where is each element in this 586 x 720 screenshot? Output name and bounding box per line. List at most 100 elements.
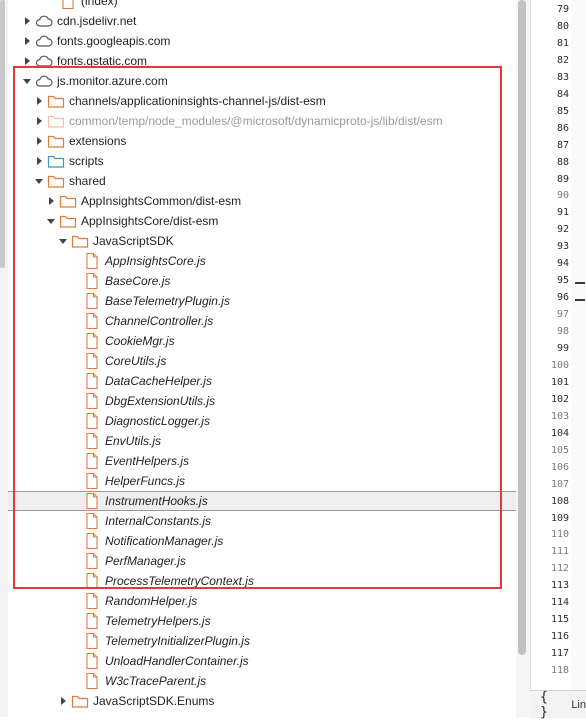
tree-folder-item[interactable]: fonts.gstatic.com <box>8 51 528 71</box>
folder-icon <box>46 131 66 151</box>
tree-folder-item[interactable]: scripts <box>8 151 530 171</box>
chevron-right-icon[interactable] <box>32 114 46 128</box>
line-number: 103 <box>550 410 569 422</box>
folder-icon <box>58 211 78 231</box>
tree-file-item[interactable]: AppInsightsCore.js <box>8 251 530 271</box>
tree-file-item[interactable]: BaseTelemetryPlugin.js <box>8 291 530 311</box>
fold-marker-icon[interactable] <box>575 282 585 285</box>
tree-folder-item[interactable]: channels/applicationinsights-channel-js/… <box>8 91 530 111</box>
tree-item-label: PerfManager.js <box>105 554 186 568</box>
tree-folder-item[interactable]: common/temp/node_modules/@microsoft/dyna… <box>8 111 530 131</box>
line-number: 96 <box>556 292 569 304</box>
tree-file-item[interactable]: RandomHelper.js <box>8 591 530 611</box>
tree-folder-item[interactable]: JavaScriptSDK <box>8 231 530 251</box>
chevron-right-icon[interactable] <box>20 14 34 28</box>
line-number: 81 <box>556 37 569 49</box>
file-icon <box>82 251 102 271</box>
tree-file-item[interactable]: UnloadHandlerContainer.js <box>8 651 530 671</box>
cloud-icon <box>34 11 54 31</box>
tree-file-item[interactable]: EventHelpers.js <box>8 451 530 471</box>
tree-folder-item[interactable]: shared <box>8 171 530 191</box>
file-icon <box>82 391 102 411</box>
file-icon <box>82 571 102 591</box>
file-icon <box>82 631 102 651</box>
tree-file-item[interactable]: HelperFuncs.js <box>8 471 530 491</box>
chevron-right-icon[interactable] <box>20 54 34 68</box>
tree-file-item[interactable]: PerfManager.js <box>8 551 530 571</box>
file-icon <box>82 431 102 451</box>
tree-item-label: common/temp/node_modules/@microsoft/dyna… <box>69 114 443 128</box>
tree-file-item[interactable]: DbgExtensionUtils.js <box>8 391 530 411</box>
line-number: 93 <box>556 241 569 253</box>
chevron-down-icon[interactable] <box>56 234 70 248</box>
file-icon <box>82 591 102 611</box>
tree-item-label: RandomHelper.js <box>105 594 198 608</box>
folder-icon <box>70 691 90 711</box>
tree-file-item[interactable]: TelemetryHelpers.js <box>8 611 530 631</box>
line-number: 98 <box>556 326 569 338</box>
tree-folder-item[interactable]: js.monitor.azure.com <box>8 71 528 91</box>
tree-file-item[interactable]: CoreUtils.js <box>8 351 530 371</box>
tree-file-item[interactable]: CookieMgr.js <box>8 331 530 351</box>
tree-item-label: DbgExtensionUtils.js <box>105 394 216 408</box>
tree-file-item[interactable]: BaseCore.js <box>8 271 530 291</box>
tree-folder-item[interactable]: cdn.jsdelivr.net <box>8 11 528 31</box>
file-icon <box>82 451 102 471</box>
tree-file-item[interactable]: ChannelController.js <box>8 311 530 331</box>
chevron-right-icon[interactable] <box>44 194 58 208</box>
tree-scrollbar-thumb[interactable] <box>518 0 526 655</box>
tree-file-item[interactable]: W3cTraceParent.js <box>8 671 530 691</box>
tree-item-label: CookieMgr.js <box>105 334 175 348</box>
tree-folder-item[interactable]: extensions <box>8 131 530 151</box>
chevron-right-icon[interactable] <box>20 34 34 48</box>
chevron-right-icon[interactable] <box>32 134 46 148</box>
chevron-right-icon[interactable] <box>32 154 46 168</box>
file-icon <box>82 511 102 531</box>
tree-folder-item[interactable]: AppInsightsCommon/dist-esm <box>8 191 530 211</box>
file-icon <box>82 311 102 331</box>
line-number: 116 <box>550 631 569 643</box>
line-number: 109 <box>550 512 569 524</box>
chevron-down-icon[interactable] <box>32 174 46 188</box>
fold-column <box>571 0 586 690</box>
chevron-right-icon[interactable] <box>32 94 46 108</box>
chevron-down-icon[interactable] <box>44 214 58 228</box>
chevron-down-icon[interactable] <box>20 74 34 88</box>
tree-file-item[interactable]: DiagnosticLogger.js <box>8 411 530 431</box>
tree-file-item[interactable]: InternalConstants.js <box>8 511 530 531</box>
tree-item-label: JavaScriptSDK.Enums <box>93 694 215 708</box>
tree-file-item[interactable]: DataCacheHelper.js <box>8 371 530 391</box>
line-number: 104 <box>550 427 569 439</box>
fold-marker-icon[interactable] <box>575 299 585 302</box>
tree-file-item[interactable]: NotificationManager.js <box>8 531 530 551</box>
tree-left-scrollbar-thumb[interactable] <box>0 0 5 268</box>
tree-item-label: UnloadHandlerContainer.js <box>105 654 249 668</box>
editor-status-bar: { } Lin <box>530 690 586 720</box>
line-number: 85 <box>556 105 569 117</box>
tree-file-item[interactable]: ProcessTelemetryContext.js <box>8 571 530 591</box>
tree-file-item[interactable]: InstrumentHooks.js <box>8 491 516 511</box>
chevron-right-icon[interactable] <box>56 694 70 708</box>
pretty-print-button[interactable]: { } <box>540 690 561 720</box>
tree-folder-item[interactable]: JavaScriptSDK.Enums <box>8 691 530 711</box>
tree-file-item[interactable]: TelemetryInitializerPlugin.js <box>8 631 530 651</box>
line-number: 90 <box>556 190 569 202</box>
tree-file-item[interactable]: (index) <box>8 0 530 11</box>
tree-item-label: ProcessTelemetryContext.js <box>105 574 254 588</box>
file-icon <box>82 471 102 491</box>
tree-folder-item[interactable]: AppInsightsCore/dist-esm <box>8 211 530 231</box>
tree-folder-item[interactable]: fonts.googleapis.com <box>8 31 528 51</box>
tree-item-label: InstrumentHooks.js <box>105 494 208 508</box>
tree-file-item[interactable]: EnvUtils.js <box>8 431 530 451</box>
cloud-icon <box>34 51 54 71</box>
line-number: 108 <box>550 495 569 507</box>
